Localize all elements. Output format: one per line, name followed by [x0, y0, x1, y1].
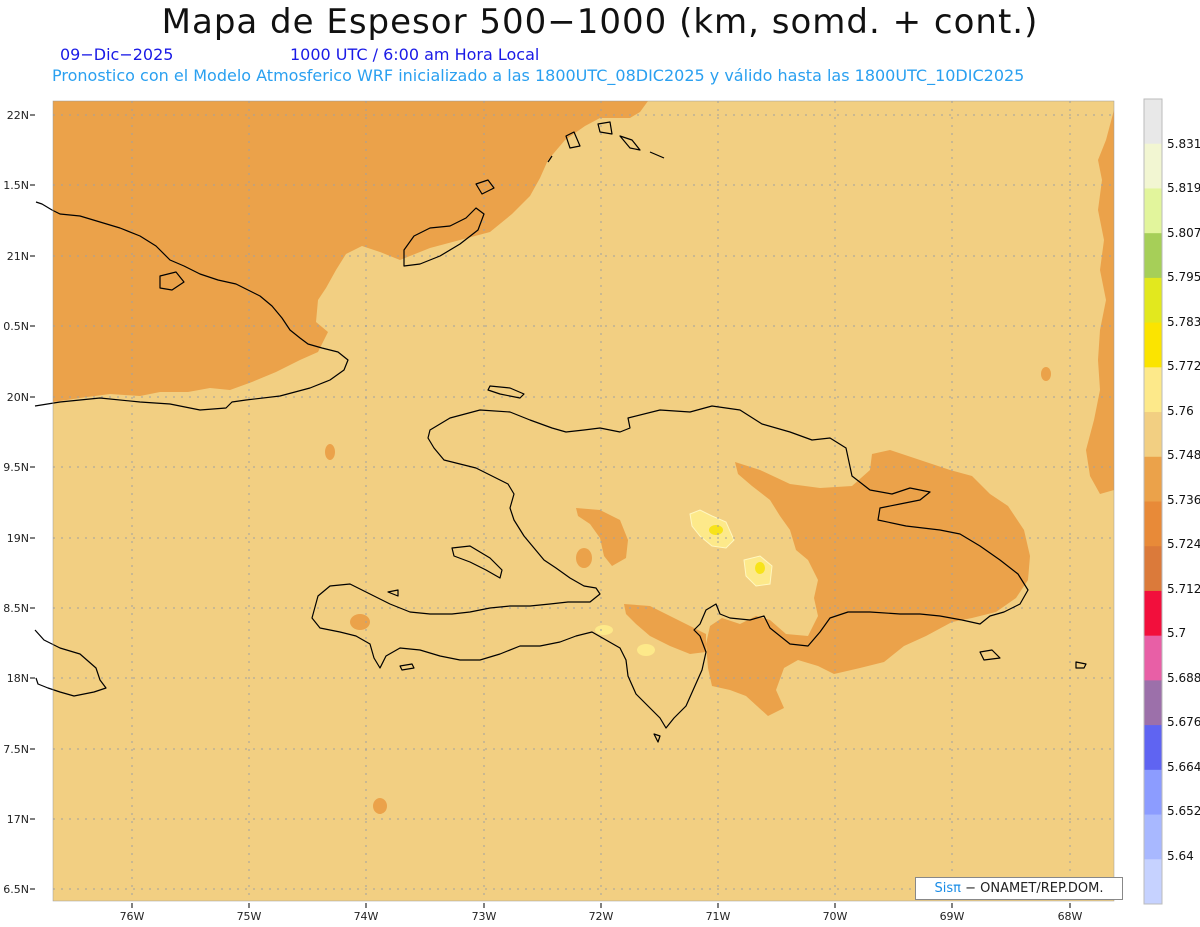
longitude-ticks	[131, 903, 1071, 908]
latitude-ticks	[30, 114, 35, 890]
scale-swatch	[1144, 546, 1162, 592]
lat-label: 20N	[7, 391, 29, 404]
scale-swatch	[1144, 99, 1162, 145]
scale-label: 5.688	[1167, 671, 1200, 685]
scale-label: 5.831	[1167, 137, 1200, 151]
scale-label: 5.736	[1167, 493, 1200, 507]
scale-swatch	[1144, 412, 1162, 458]
high-field-patch-4	[637, 644, 655, 656]
scale-swatch	[1144, 143, 1162, 189]
scale-swatch	[1144, 590, 1162, 637]
low-field-spot-1	[576, 548, 592, 568]
credit-org: − ONAMET/REP.DOM.	[965, 881, 1104, 896]
credit-box: Sisπ − ONAMET/REP.DOM.	[915, 877, 1123, 900]
scale-swatch	[1144, 635, 1162, 681]
high-field-patch-3	[595, 625, 613, 635]
lon-label: 69W	[940, 910, 965, 923]
scale-swatch	[1144, 367, 1162, 413]
lat-label: 21N	[7, 250, 29, 263]
lat-label: 7.5N	[3, 743, 29, 756]
scale-label: 5.724	[1167, 537, 1200, 551]
low-field-spot-5	[1041, 367, 1051, 381]
scale-swatch	[1144, 277, 1162, 324]
scale-swatch	[1144, 233, 1162, 279]
lat-label: 6.5N	[3, 883, 29, 896]
lat-label: 18N	[7, 672, 29, 685]
scale-swatch	[1144, 188, 1162, 234]
longitude-labels: 76W 75W 74W 73W 72W 71W 70W 69W 68W	[120, 910, 1083, 923]
lat-label: 8.5N	[3, 602, 29, 615]
lon-label: 73W	[472, 910, 497, 923]
peak-field-patch-2	[755, 562, 765, 574]
scale-label: 5.772	[1167, 359, 1200, 373]
scale-label: 5.664	[1167, 760, 1200, 774]
lon-label: 72W	[589, 910, 614, 923]
scale-label: 5.807	[1167, 226, 1200, 240]
scale-swatch	[1144, 814, 1162, 860]
lon-label: 74W	[354, 910, 379, 923]
scale-swatch	[1144, 725, 1162, 771]
scale-label: 5.783	[1167, 315, 1200, 329]
scale-label: 5.712	[1167, 582, 1200, 596]
scale-label: 5.76	[1167, 404, 1194, 418]
scale-label: 5.652	[1167, 804, 1200, 818]
scale-label: 5.7	[1167, 626, 1186, 640]
lon-label: 70W	[823, 910, 848, 923]
lon-label: 71W	[706, 910, 731, 923]
lat-label: 22N	[7, 109, 29, 122]
scale-label: 5.64	[1167, 849, 1194, 863]
credit-pi: π	[953, 881, 961, 896]
lat-label: 19N	[7, 532, 29, 545]
scale-swatch	[1144, 322, 1162, 368]
color-scale-bar	[1143, 98, 1163, 905]
lat-label: 0.5N	[3, 320, 29, 333]
lon-label: 75W	[237, 910, 262, 923]
scale-swatch	[1144, 456, 1162, 502]
scale-label: 5.795	[1167, 270, 1200, 284]
lon-label: 68W	[1058, 910, 1083, 923]
peak-field-patch-1	[709, 525, 723, 535]
low-field-spot-3	[373, 798, 387, 814]
scale-label: 5.748	[1167, 448, 1200, 462]
scale-label: 5.819	[1167, 181, 1200, 195]
scale-label: 5.676	[1167, 715, 1200, 729]
scale-swatch	[1144, 501, 1162, 547]
scale-swatch	[1144, 769, 1162, 816]
latitude-labels: 22N 1.5N 21N 0.5N 20N 9.5N 19N 8.5N 18N …	[3, 109, 29, 896]
scale-swatch	[1144, 859, 1162, 905]
color-scale-labels: 5.831 5.819 5.807 5.795 5.783 5.772 5.76…	[1167, 137, 1200, 863]
lat-label: 17N	[7, 813, 29, 826]
low-field-spot-2	[350, 614, 370, 630]
scale-swatch	[1144, 680, 1162, 726]
lat-label: 9.5N	[3, 461, 29, 474]
credit-brand: Sis	[934, 881, 954, 896]
lat-label: 1.5N	[3, 179, 29, 192]
lon-label: 76W	[120, 910, 145, 923]
thickness-map: 22N 1.5N 21N 0.5N 20N 9.5N 19N 8.5N 18N …	[3, 98, 1200, 923]
low-field-spot-4	[325, 444, 335, 460]
